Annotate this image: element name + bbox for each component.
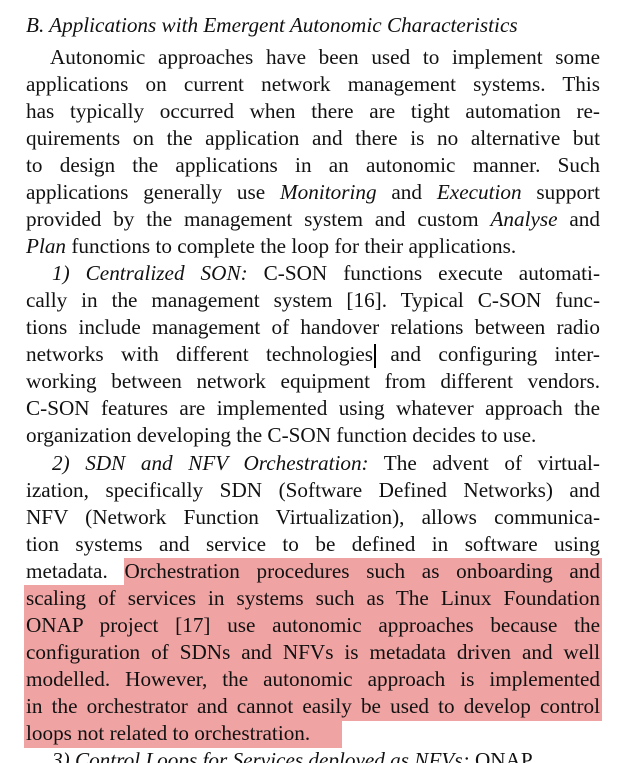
paragraph-1-line-2-part-1: applications on current network manageme… [26,72,600,96]
subsection-1-line-7: organization developing the C-SON functi… [26,423,537,447]
paragraph-1-line-8-part-2: functions to complete the loop for their… [66,234,517,258]
highlighted-line-4: configuration of SDNs and NFVs is metada… [26,640,600,664]
subsection-2-title: 2) SDN and NFV Orchestration: [52,451,369,475]
highlighted-line-5: modelled. However, the autonomic approac… [26,667,600,691]
paragraph-1-line-6-part-3: and [376,180,437,204]
paragraph-1-line-3-part-1: has typically occurred when there are ti… [26,99,600,123]
subsection-1-line-6: C-SON features are implemented using wha… [26,396,600,420]
subsection-3-text: ONAP [469,748,533,763]
subsection-2-text: The advent of virtual- [368,451,600,475]
paper-page: B. Applications with Emergent Autonomic … [0,0,624,763]
subsection-2-line-3: NFV (Network Function Virtualization), a… [26,505,600,529]
paragraph-1-line-7: provided by the management system and cu… [26,205,600,233]
paragraph-1-line-3: has typically occurred when there are ti… [26,97,600,125]
highlighted-text-start: Orchestration procedures such as onboard… [124,559,601,583]
pre-highlight-text: metadata. [26,559,125,583]
paragraph-1-line-4-part-1: quirements on the application and there … [26,126,600,150]
subsection-2-line-4: tion systems and service to be defined i… [26,532,600,556]
paragraph-1-line-6: applications generally use Monitoring an… [26,178,600,206]
paragraph-1-line-7-part-2: Analyse [490,207,558,231]
paragraph-1-line-5: to design the applications in an autonom… [26,151,600,179]
subsection-1-line-1: 1) Centralized SON: C-SON functions exec… [26,259,600,287]
paragraph-1-line-8: Plan functions to complete the loop for … [26,232,600,260]
paragraph-1-line-7-part-1: provided by the management system and cu… [26,207,491,231]
paragraph-1-line-1-part-1: Autonomic approaches have been used to i… [50,45,600,69]
paragraph-1-line-7-part-3: and [557,207,600,231]
subsection-1-line-4: networks with different technologies and… [26,342,600,366]
subsection-1-line-3: tions include management of handover rel… [26,315,600,339]
highlighted-line-6: in the orchestrator and cannot easily be… [26,694,600,718]
paragraph-1-line-4: quirements on the application and there … [26,124,600,152]
paragraph-1-line-6-part-2: Monitoring [280,180,377,204]
subsection-1-line-2: cally in the management system [16]. Typ… [26,288,600,312]
subsection-2-line-1: 2) SDN and NFV Orchestration: The advent… [26,449,600,477]
subsection-3-title: 3) Control Loops for Services deployed a… [52,748,470,763]
subsection-1-title: 1) Centralized SON: [52,261,248,285]
paragraph-1-line-8-part-1: Plan [26,234,67,258]
text-cursor [374,344,376,368]
paragraph-1-line-6-part-5: support [521,180,600,204]
paragraph-1-line-1: Autonomic approaches have been used to i… [26,43,600,71]
paragraph-1-line-6-part-4: Execution [436,180,522,204]
subsection-1-line-5: working between network equipment from d… [26,369,600,393]
subsection-3-line-1: 3) Control Loops for Services deployed a… [26,746,600,763]
subsection-2-line-2: ization, specifically SDN (Software Defi… [26,478,600,502]
highlighted-line-7: loops not related to orchestration. [26,721,311,745]
paragraph-1-line-5-part-1: to design the applications in an autonom… [26,153,600,177]
section-heading: B. Applications with Emergent Autonomic … [26,13,518,37]
paragraph-1-line-2: applications on current network manageme… [26,70,600,98]
paragraph-1-line-6-part-1: applications generally use [26,180,281,204]
highlighted-line-2: scaling of services in systems such as T… [26,586,600,610]
highlighted-line-3: ONAP project [17] use autonomic approach… [26,613,600,637]
subsection-1-text: C-SON functions execute automati- [247,261,600,285]
subsection-2-line-5: metadata. Orchestration procedures such … [26,557,600,585]
